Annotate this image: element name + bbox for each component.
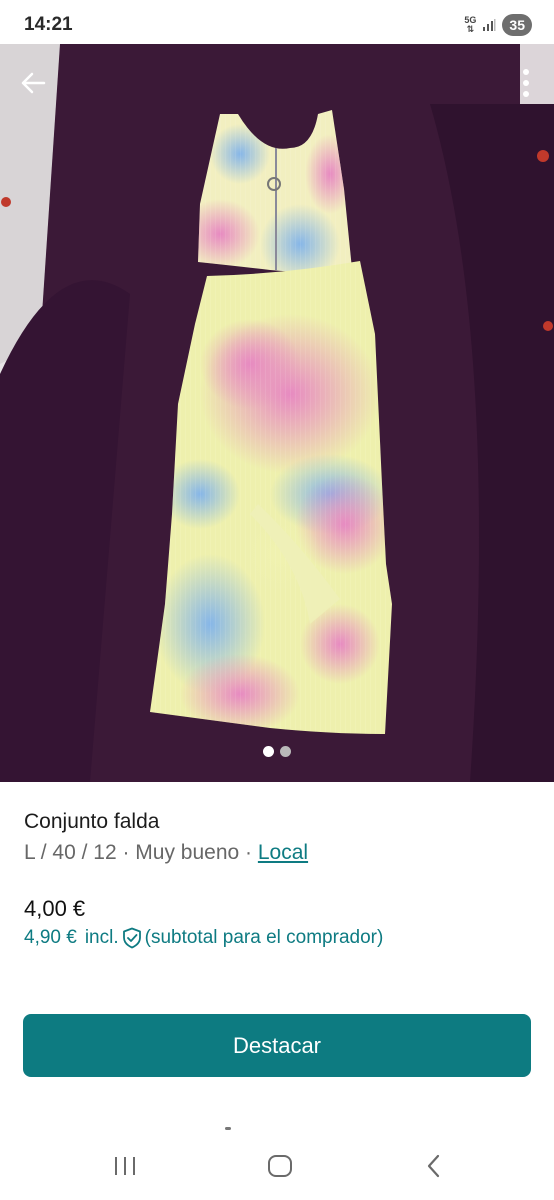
item-condition: Muy bueno xyxy=(135,841,240,864)
gallery-pagination xyxy=(0,746,554,757)
signal-icon xyxy=(483,19,496,31)
more-options-button[interactable] xyxy=(518,66,534,102)
network-5g-icon: 5G ⇅ xyxy=(464,15,477,34)
status-time: 14:21 xyxy=(24,14,73,35)
location-link[interactable]: Local xyxy=(258,841,308,864)
item-photo-gallery[interactable] xyxy=(0,44,554,782)
item-size: L / 40 / 12 xyxy=(24,841,117,864)
price-total: 4,90 € xyxy=(24,927,77,948)
pagination-dot[interactable] xyxy=(280,746,291,757)
buyer-note: (subtotal para el comprador) xyxy=(144,927,384,948)
tie-dye-set-photo xyxy=(0,44,554,782)
status-icons: 5G ⇅ 35 xyxy=(464,14,532,36)
meta-separator: · xyxy=(239,841,258,864)
shield-check-icon xyxy=(122,927,141,949)
scroll-indicator xyxy=(225,1127,231,1130)
home-icon[interactable] xyxy=(266,1152,294,1180)
status-bar: 14:21 5G ⇅ 35 xyxy=(0,0,554,48)
item-meta: L / 40 / 12 · Muy bueno · Local xyxy=(24,841,308,865)
incl-label: incl. xyxy=(84,927,119,948)
highlight-button[interactable]: Destacar xyxy=(23,1014,531,1077)
meta-separator: · xyxy=(116,841,136,864)
back-icon[interactable] xyxy=(422,1152,446,1180)
recent-apps-icon[interactable] xyxy=(112,1152,138,1180)
back-arrow-icon xyxy=(21,72,46,94)
back-button[interactable] xyxy=(16,66,50,100)
more-vertical-icon xyxy=(523,69,529,97)
system-nav-bar xyxy=(0,1134,554,1200)
item-price: 4,00 € xyxy=(24,896,86,921)
item-title: Conjunto falda xyxy=(24,810,160,833)
pagination-dot-active[interactable] xyxy=(263,746,274,757)
battery-icon: 35 xyxy=(502,14,532,36)
price-with-protection[interactable]: 4,90 € incl. (subtotal para el comprador… xyxy=(24,927,383,949)
